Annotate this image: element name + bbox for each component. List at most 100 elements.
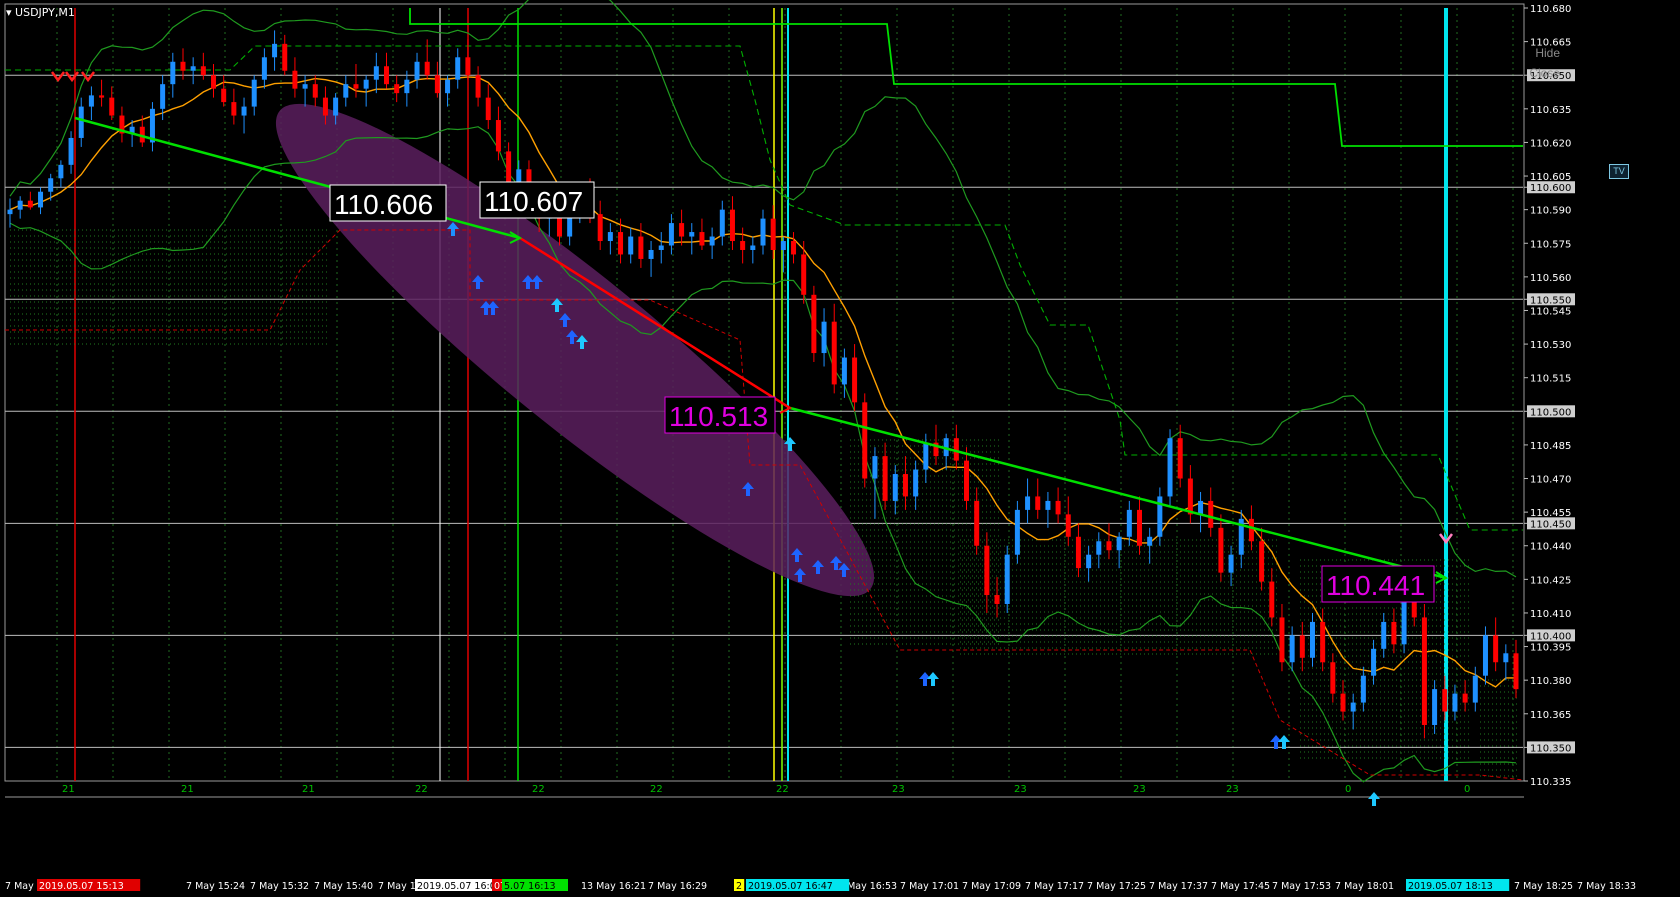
candle-body <box>974 500 980 546</box>
candle <box>1381 612 1387 658</box>
trend-line-green-2 <box>789 406 1447 580</box>
candle <box>221 75 227 107</box>
candle-body <box>994 595 1000 604</box>
candle-body <box>1482 635 1488 676</box>
candle <box>597 200 603 250</box>
price-label-box: 110.607 <box>479 181 595 219</box>
candle <box>719 200 725 246</box>
candle <box>760 209 766 255</box>
candle <box>1513 639 1519 699</box>
price-tick-label: 110.335 <box>1530 777 1571 788</box>
candle-body <box>1106 541 1112 551</box>
candle-body <box>78 106 84 138</box>
candle-body <box>811 294 817 354</box>
time-label: 7 May 16:21 <box>587 881 646 892</box>
candle-body <box>831 321 837 385</box>
price-chart[interactable]: 110.606 110.607 110.513 110.441 110.680 110.… <box>0 0 1680 897</box>
hide-button[interactable]: Hide <box>1535 46 1560 60</box>
candle-body <box>1452 693 1458 712</box>
candle-body <box>1167 438 1173 497</box>
tv-button[interactable]: TV <box>1609 164 1629 179</box>
candle-body <box>1086 554 1092 569</box>
candle-body <box>1137 509 1142 546</box>
time-label: 7 May 18:25 <box>1514 881 1573 892</box>
candle-body <box>689 232 695 237</box>
time-label-highlight-text: 13 <box>581 881 593 892</box>
time-label: 7 May 17:37 <box>1149 881 1208 892</box>
candle-body <box>597 214 603 242</box>
candle <box>1330 653 1336 703</box>
candle-body <box>38 191 44 208</box>
counter-label: 21 <box>302 784 315 795</box>
candle <box>1025 478 1031 524</box>
candle <box>1045 491 1051 528</box>
candle-body <box>384 66 389 85</box>
candle-body <box>272 43 278 58</box>
candle-body <box>363 79 369 89</box>
candle <box>872 447 878 519</box>
candle-body <box>455 57 461 80</box>
candle-body <box>1381 621 1387 649</box>
candle <box>1147 527 1153 564</box>
candle <box>261 48 267 89</box>
time-label: 7 May 17:17 <box>1025 881 1084 892</box>
candle-body <box>760 218 766 246</box>
time-label: 7 May 18:33 <box>1577 881 1636 892</box>
candle-body <box>841 357 847 385</box>
candle <box>1452 684 1458 721</box>
candle-body <box>17 200 23 210</box>
candle-body <box>1421 617 1427 725</box>
counter-label: 22 <box>532 784 545 795</box>
counter-label: 22 <box>650 784 663 795</box>
time-axis: 2121212222222223232323007 May 267 May 15… <box>5 784 1636 892</box>
candle-body <box>282 43 288 71</box>
time-label: 7 May 17:01 <box>900 881 959 892</box>
candle-body <box>1442 689 1448 712</box>
candle-body <box>180 61 186 71</box>
candle-body <box>1299 635 1305 658</box>
candle-body <box>170 61 176 85</box>
price-axis: 110.680110.665110.650110.635110.620110.6… <box>1523 4 1575 788</box>
counter-label: 21 <box>62 784 75 795</box>
candle-body <box>1289 635 1295 663</box>
candle <box>394 75 400 103</box>
candle-body <box>353 84 359 89</box>
candle-body <box>607 232 613 242</box>
candle <box>1391 608 1397 654</box>
price-label-text: 110.513 <box>669 401 768 432</box>
candle-body <box>1147 536 1153 546</box>
candle-body <box>58 164 64 179</box>
candle <box>1309 612 1315 667</box>
candle-body <box>1513 653 1519 690</box>
candle-body <box>801 254 807 295</box>
candle <box>1360 666 1366 712</box>
candle-body <box>882 456 888 501</box>
candle <box>292 57 298 98</box>
price-tick-label: 110.635 <box>1530 105 1571 116</box>
time-label: 7 May 15:32 <box>250 881 309 892</box>
candle <box>791 232 797 264</box>
candle <box>68 131 74 174</box>
candle-body <box>292 70 298 89</box>
candle <box>1157 487 1163 546</box>
counter-label: 23 <box>892 784 905 795</box>
candle <box>373 52 379 94</box>
price-tick-label: 110.485 <box>1530 441 1571 452</box>
close-button[interactable]: Close <box>1529 66 1560 80</box>
candle <box>852 344 858 412</box>
counter-label: 22 <box>415 784 428 795</box>
symbol-title: ▾ USDJPY,M1 <box>6 6 75 19</box>
candle <box>913 460 919 510</box>
candle <box>58 160 64 188</box>
candle-body <box>1259 541 1265 582</box>
candle-body <box>465 57 471 76</box>
candle-body <box>1432 689 1438 725</box>
candle-body <box>740 241 746 250</box>
candle-body <box>251 79 257 107</box>
price-label-text: 110.441 <box>1326 570 1425 601</box>
time-label: 7 May 17:53 <box>1272 881 1331 892</box>
candle <box>1177 424 1183 488</box>
candle <box>943 433 949 470</box>
price-tick-label: 110.410 <box>1530 609 1571 620</box>
candle <box>7 198 13 228</box>
